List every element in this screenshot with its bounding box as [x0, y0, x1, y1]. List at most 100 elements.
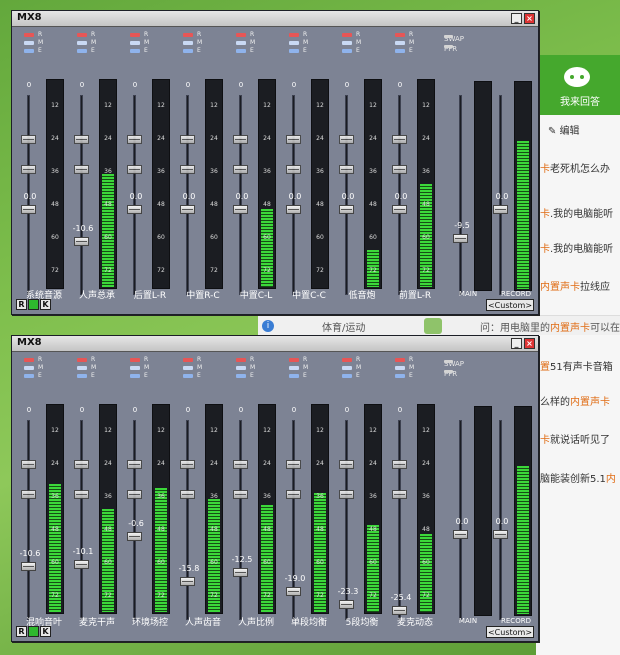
question-link[interactable]: 置51有声卡音箱 [540, 358, 620, 373]
meter-mark: 36 [51, 493, 59, 500]
fader[interactable]: 0 -19.0 [283, 358, 305, 625]
fader-knob[interactable] [493, 205, 508, 214]
question-link[interactable]: 卡.我的电脑能听 [540, 205, 620, 220]
record-fader[interactable]: 0.0 [490, 358, 512, 625]
edit-link[interactable]: ✎ 编辑 [548, 122, 580, 137]
meter-mark: 36 [369, 493, 377, 500]
fader[interactable]: 0 0.0 [283, 33, 305, 298]
meter-mark: 24 [316, 135, 324, 142]
fader-value: -23.3 [337, 586, 359, 596]
fader-knob[interactable] [233, 567, 248, 577]
fader-knob[interactable] [233, 205, 248, 214]
meter-mark: 36 [210, 168, 218, 175]
fader-notch [21, 490, 36, 499]
fader[interactable]: 0 0.0 [18, 33, 40, 298]
fader-notch [286, 135, 301, 144]
fader-knob[interactable] [286, 587, 301, 596]
close-button[interactable]: × [524, 338, 535, 349]
meter-mark: 72 [157, 267, 165, 274]
meter-mark: 24 [369, 460, 377, 467]
fader[interactable]: 0 -10.6 [71, 33, 93, 298]
meter-mark: 12 [51, 427, 59, 434]
fader[interactable]: 0 -25.4 [389, 358, 411, 625]
fader-scale-label: 0 [26, 406, 32, 414]
category-tag[interactable]: 体育/运动 [322, 319, 365, 334]
question-link[interactable]: 么样的内置声卡 [540, 393, 620, 408]
minimize-button[interactable]: _ [511, 13, 522, 24]
fader-knob[interactable] [21, 205, 36, 214]
question-link[interactable]: 卡老死机怎么办 [540, 160, 620, 175]
meter-mark: 24 [51, 135, 59, 142]
meter-mark: 36 [157, 168, 165, 175]
fader[interactable]: 0 0.0 [177, 33, 199, 298]
meter-fill [517, 140, 529, 289]
fader[interactable]: 0 -10.6 [18, 358, 40, 625]
meter-mark: 12 [157, 427, 165, 434]
fader-knob[interactable] [493, 530, 508, 539]
power-button[interactable]: ● [28, 626, 39, 637]
meter-mark: 72 [316, 592, 324, 599]
question-link[interactable]: 卡就说话听见了 [540, 431, 620, 446]
question-link[interactable]: 问：用电脑里的内置声卡可以在 [480, 319, 620, 334]
preset-selector[interactable]: <Custom> [486, 299, 534, 311]
record-channel: 0.0 RECORD [490, 33, 542, 298]
fader-knob[interactable] [74, 236, 89, 246]
fader[interactable]: 0 -23.3 [336, 358, 358, 625]
main-fader[interactable]: -9.5 [450, 33, 472, 298]
fader-notch [127, 135, 142, 144]
fader[interactable]: 0 -15.8 [177, 358, 199, 625]
meter-mark: 60 [157, 559, 165, 566]
fader-knob[interactable] [453, 530, 468, 539]
fader-knob[interactable] [21, 561, 36, 571]
main-fader[interactable]: 0.0 [450, 358, 472, 625]
record-fader[interactable]: 0.0 [490, 33, 512, 298]
chat-bubble-icon [564, 67, 590, 87]
meter-mark: 60 [104, 559, 112, 566]
r-button[interactable]: R [16, 299, 27, 310]
fader-knob[interactable] [74, 560, 89, 570]
meter-mark: 72 [210, 592, 218, 599]
fader-knob[interactable] [392, 606, 407, 616]
r-button[interactable]: R [16, 626, 27, 637]
question-link[interactable]: 卡.我的电脑能听 [540, 240, 620, 255]
preset-selector[interactable]: <Custom> [486, 626, 534, 638]
fader-knob[interactable] [286, 205, 301, 214]
level-meter [514, 406, 532, 616]
fader-knob[interactable] [127, 531, 142, 541]
fader-knob[interactable] [339, 599, 354, 609]
fader[interactable]: 0 -10.1 [71, 358, 93, 625]
fader-knob[interactable] [127, 205, 142, 214]
fader[interactable]: 0 0.0 [230, 33, 252, 298]
fader-knob[interactable] [453, 233, 468, 243]
meter-mark: 24 [104, 135, 112, 142]
fader-knob[interactable] [392, 205, 407, 214]
answer-button[interactable]: 我来回答 [540, 55, 620, 115]
k-button[interactable]: K [40, 626, 51, 637]
fader[interactable]: 0 -12.5 [230, 358, 252, 625]
fader[interactable]: 0 0.0 [124, 33, 146, 298]
level-meter: 12 24 36 48 60 72 [99, 79, 117, 289]
fader-scale-label: 0 [238, 406, 244, 414]
fader-knob[interactable] [180, 577, 195, 587]
fader-notch [392, 460, 407, 469]
meter-mark: 24 [157, 460, 165, 467]
fader[interactable]: 0 0.0 [336, 33, 358, 298]
k-button[interactable]: K [40, 299, 51, 310]
meter-mark: 60 [369, 234, 377, 241]
question-link[interactable]: 脑能装创新5.1内 [540, 470, 620, 485]
minimize-button[interactable]: _ [511, 338, 522, 349]
question-link[interactable]: 内置声卡拉线应 [540, 278, 620, 293]
fader-notch [339, 165, 354, 174]
fader-notch [74, 165, 89, 174]
mixer-channel: R M E 0 -10.6 12 24 36 48 60 72 人声总承 [71, 32, 123, 301]
power-button[interactable]: ● [28, 299, 39, 310]
meter-mark: 48 [316, 526, 324, 533]
fader-knob[interactable] [339, 205, 354, 214]
fader[interactable]: 0 -0.6 [124, 358, 146, 625]
close-button[interactable]: × [524, 13, 535, 24]
fader-scale-label: 0 [397, 406, 403, 414]
fader[interactable]: 0 0.0 [389, 33, 411, 298]
fader-notch [233, 460, 248, 469]
fader-knob[interactable] [180, 205, 195, 214]
meter-mark: 60 [369, 559, 377, 566]
